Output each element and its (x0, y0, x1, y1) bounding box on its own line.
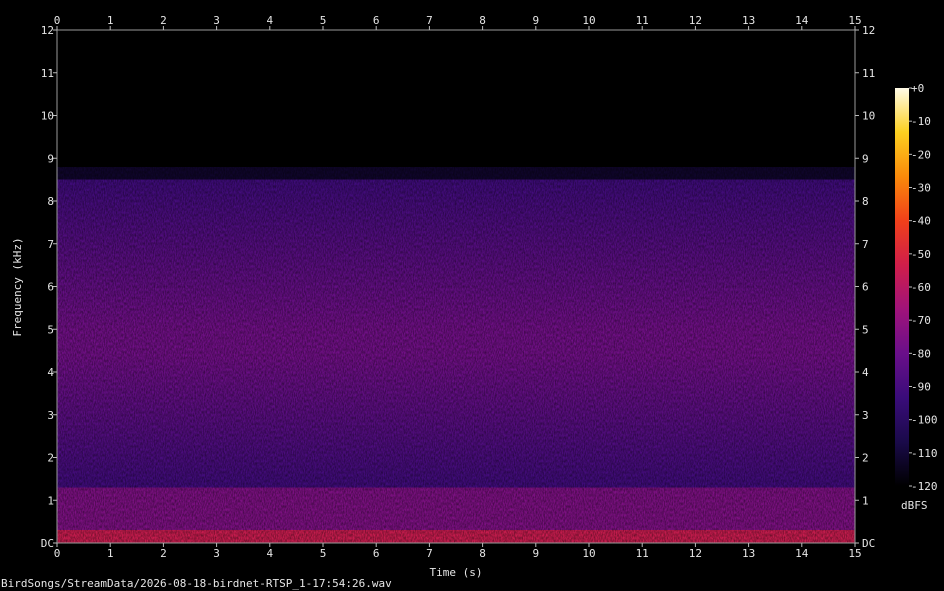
x-tick-label-bottom: 4 (266, 547, 273, 560)
x-tick-label-top: 5 (320, 14, 327, 27)
colorbar-label: dBFS (901, 499, 928, 512)
x-tick-label-top: 2 (160, 14, 167, 27)
x-tick-label-top: 14 (795, 14, 809, 27)
x-tick-label-bottom: 14 (795, 547, 809, 560)
y-tick-label-right: 7 (862, 238, 869, 251)
y-tick-label-left: 9 (47, 152, 54, 165)
colorbar-tick-label: -10 (911, 115, 931, 128)
x-tick-label-top: 3 (213, 14, 220, 27)
colorbar-tick-label: -100 (911, 414, 938, 427)
y-tick-label-right: 6 (862, 281, 869, 294)
y-tick-label-right: 11 (862, 67, 875, 80)
x-tick-label-bottom: 8 (479, 547, 486, 560)
y-tick-label-left: 7 (47, 238, 54, 251)
y-axis-right: DC123456789101112 (855, 24, 875, 550)
y-tick-label-left: 5 (47, 323, 54, 336)
y-tick-label-right: 9 (862, 152, 869, 165)
x-tick-label-top: 10 (582, 14, 595, 27)
y-axis-label: Frequency (kHz) (11, 237, 24, 336)
y-tick-label-left: 6 (47, 281, 54, 294)
x-tick-label-bottom: 2 (160, 547, 167, 560)
x-tick-label-bottom: 15 (848, 547, 861, 560)
x-tick-label-top: 13 (742, 14, 755, 27)
colorbar-tick-label: -50 (911, 248, 931, 261)
x-tick-label-top: 7 (426, 14, 433, 27)
colorbar-tick-label: -30 (911, 182, 931, 195)
x-tick-label-top: 6 (373, 14, 380, 27)
colorbar-tick-label: -60 (911, 281, 931, 294)
spectrogram-chart: 0 1 2 3 4 5 6 7 8 9 10 11 12 13 14 15 0 1 2 3 4 5 6 7 8 9 10 11 12 1… (1, 14, 938, 590)
x-tick-label-bottom: 13 (742, 547, 755, 560)
x-tick-label-top: 1 (107, 14, 114, 27)
y-tick-label-right: 4 (862, 366, 869, 379)
y-tick-label-left: 3 (47, 409, 54, 422)
colorbar-tick-label: -80 (911, 347, 931, 360)
y-tick-label-left: 10 (41, 110, 54, 123)
x-tick-label-bottom: 12 (689, 547, 702, 560)
colorbar-tick-label: -70 (911, 314, 931, 327)
y-tick-label-left: 1 (47, 494, 54, 507)
x-tick-label-top: 9 (532, 14, 539, 27)
y-tick-label-right: 2 (862, 452, 869, 465)
x-tick-label-top: 12 (689, 14, 702, 27)
x-tick-label-bottom: 5 (320, 547, 327, 560)
x-tick-label-bottom: 10 (582, 547, 595, 560)
colorbar-tick-label: -20 (911, 148, 931, 161)
x-tick-label-bottom: 1 (107, 547, 114, 560)
colorbar-tick-label: -90 (911, 381, 931, 394)
y-tick-label-right: 5 (862, 323, 869, 336)
colorbar-ticks: +0 -10 -20 -30 -40 -50 -60 -70 -80 -90 -100 -110 -12… (909, 82, 938, 493)
y-tick-label-left: 4 (47, 366, 54, 379)
file-path: BirdSongs/StreamData/2026-08-18-birdnet-… (1, 577, 392, 590)
y-tick-label-right: 10 (862, 110, 875, 123)
y-tick-label-left: 2 (47, 452, 54, 465)
y-tick-label-left: 12 (41, 24, 54, 37)
y-tick-label-left: 8 (47, 195, 54, 208)
colorbar-tick-label: -40 (911, 215, 931, 228)
x-tick-label-bottom: 11 (636, 547, 649, 560)
x-tick-label-top: 0 (54, 14, 61, 27)
colorbar-tick-label: -110 (911, 447, 938, 460)
spectrogram-noise-texture (57, 30, 855, 543)
x-tick-label-top: 4 (266, 14, 273, 27)
x-axis-bottom: 0 1 2 3 4 5 6 7 8 9 10 11 12 13 14 15 (54, 543, 862, 560)
x-tick-label-bottom: 6 (373, 547, 380, 560)
x-tick-label-bottom: 9 (532, 547, 539, 560)
x-tick-label-bottom: 7 (426, 547, 433, 560)
x-axis-label: Time (s) (430, 566, 483, 579)
colorbar (895, 88, 909, 486)
y-tick-label-right: 8 (862, 195, 869, 208)
x-tick-label-bottom: 3 (213, 547, 220, 560)
x-tick-label-top: 15 (848, 14, 861, 27)
x-axis-top: 0 1 2 3 4 5 6 7 8 9 10 11 12 13 14 15 (54, 14, 862, 30)
colorbar-tick-label: -120 (911, 480, 938, 493)
y-tick-label-left: DC (41, 537, 54, 550)
y-tick-label-left: 11 (41, 67, 54, 80)
y-axis-left: DC123456789101112 (41, 24, 57, 550)
x-tick-label-top: 11 (636, 14, 649, 27)
y-tick-label-right: 1 (862, 494, 869, 507)
y-tick-label-right: DC (862, 537, 875, 550)
x-tick-label-top: 8 (479, 14, 486, 27)
colorbar-tick-label: +0 (911, 82, 924, 95)
y-tick-label-right: 12 (862, 24, 875, 37)
x-tick-label-bottom: 0 (54, 547, 61, 560)
y-tick-label-right: 3 (862, 409, 869, 422)
